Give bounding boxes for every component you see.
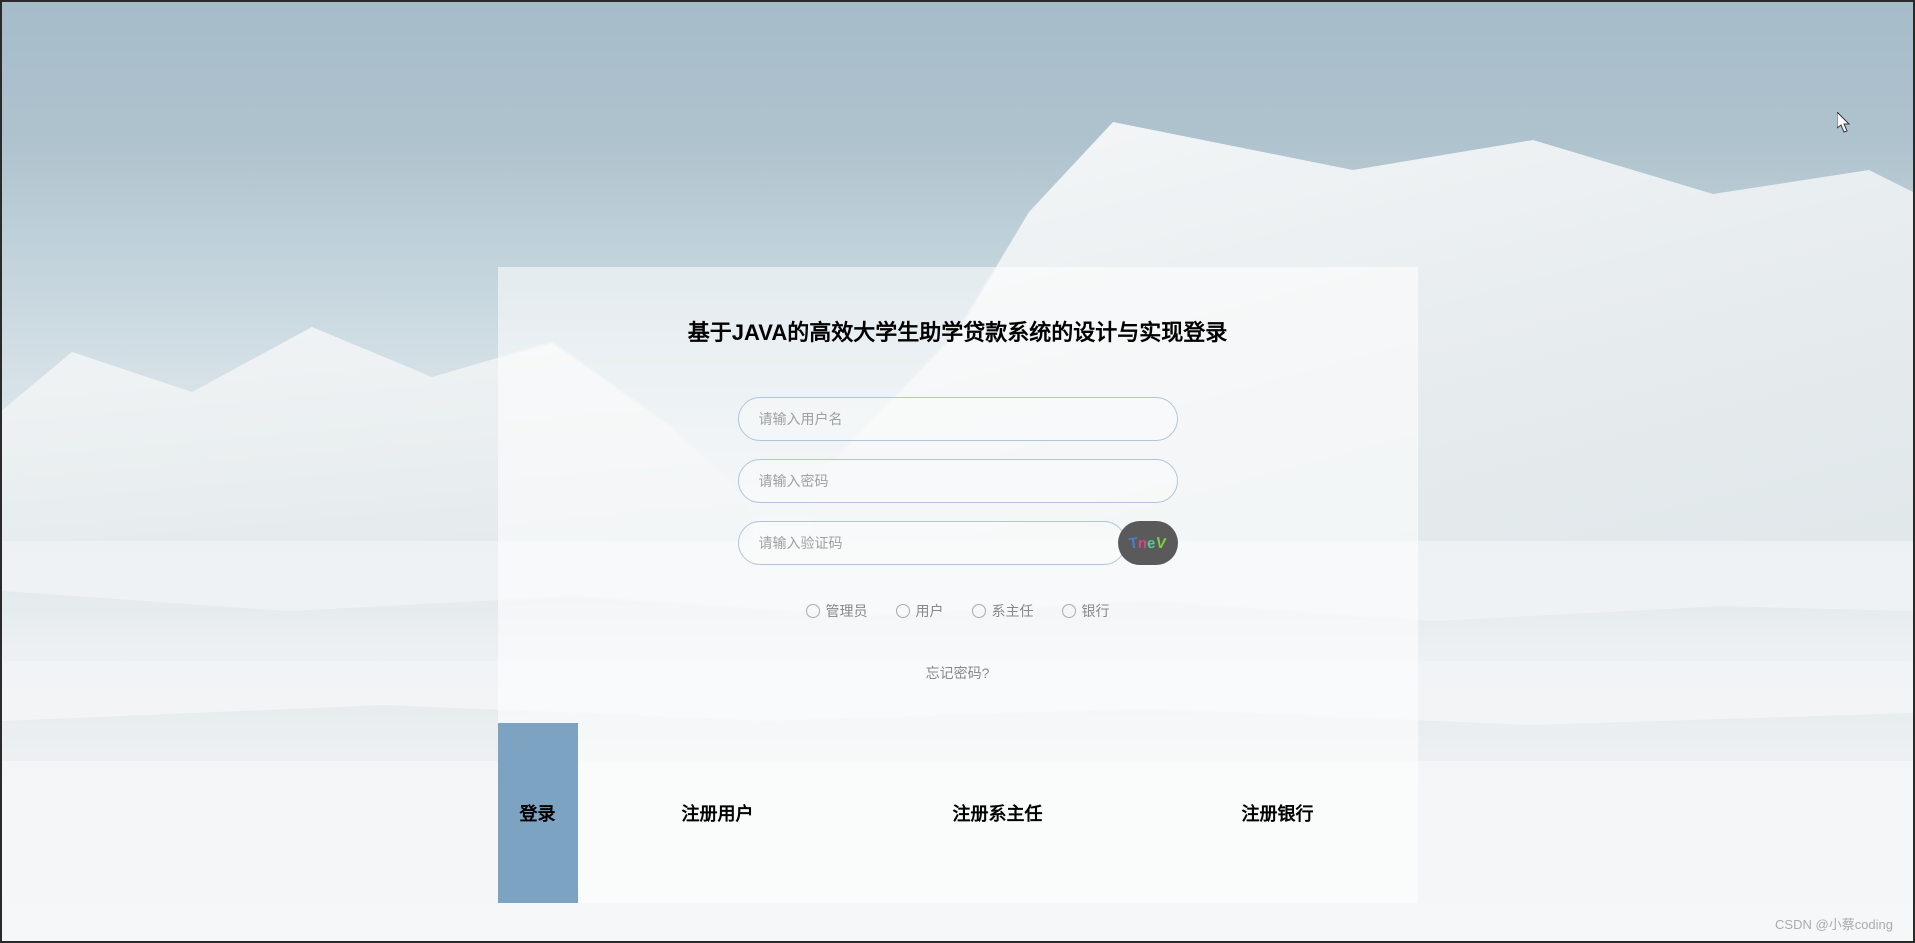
radio-icon bbox=[896, 604, 910, 618]
radio-icon bbox=[972, 604, 986, 618]
role-label: 银行 bbox=[1082, 601, 1110, 621]
action-buttons: 登录 注册用户 注册系主任 注册银行 bbox=[498, 723, 1418, 903]
password-input[interactable] bbox=[738, 459, 1178, 503]
login-panel: 基于JAVA的高效大学生助学贷款系统的设计与实现登录 T n e V 管理员 bbox=[498, 267, 1418, 903]
username-input[interactable] bbox=[738, 397, 1178, 441]
register-dean-button[interactable]: 注册系主任 bbox=[858, 723, 1138, 903]
radio-icon bbox=[806, 604, 820, 618]
login-button[interactable]: 登录 bbox=[498, 723, 578, 903]
register-user-button[interactable]: 注册用户 bbox=[578, 723, 858, 903]
radio-icon bbox=[1062, 604, 1076, 618]
role-radio-dean[interactable]: 系主任 bbox=[972, 601, 1034, 621]
forgot-password-link[interactable]: 忘记密码? bbox=[926, 663, 990, 683]
watermark: CSDN @小蔡coding bbox=[1775, 914, 1893, 933]
captcha-image[interactable]: T n e V bbox=[1118, 521, 1178, 565]
page-title: 基于JAVA的高效大学生助学贷款系统的设计与实现登录 bbox=[498, 315, 1418, 347]
role-radio-user[interactable]: 用户 bbox=[896, 601, 944, 621]
login-form: T n e V 管理员 用户 系主任 银行 bbox=[498, 397, 1418, 683]
role-selection: 管理员 用户 系主任 银行 bbox=[806, 601, 1110, 621]
role-radio-bank[interactable]: 银行 bbox=[1062, 601, 1110, 621]
role-label: 管理员 bbox=[826, 601, 868, 621]
password-wrapper bbox=[738, 459, 1178, 503]
role-radio-admin[interactable]: 管理员 bbox=[806, 601, 868, 621]
register-bank-button[interactable]: 注册银行 bbox=[1138, 723, 1418, 903]
captcha-char: V bbox=[1155, 534, 1167, 552]
captcha-row: T n e V bbox=[738, 521, 1178, 565]
username-wrapper bbox=[738, 397, 1178, 441]
role-label: 系主任 bbox=[992, 601, 1034, 621]
captcha-input[interactable] bbox=[738, 521, 1126, 565]
role-label: 用户 bbox=[916, 601, 944, 621]
